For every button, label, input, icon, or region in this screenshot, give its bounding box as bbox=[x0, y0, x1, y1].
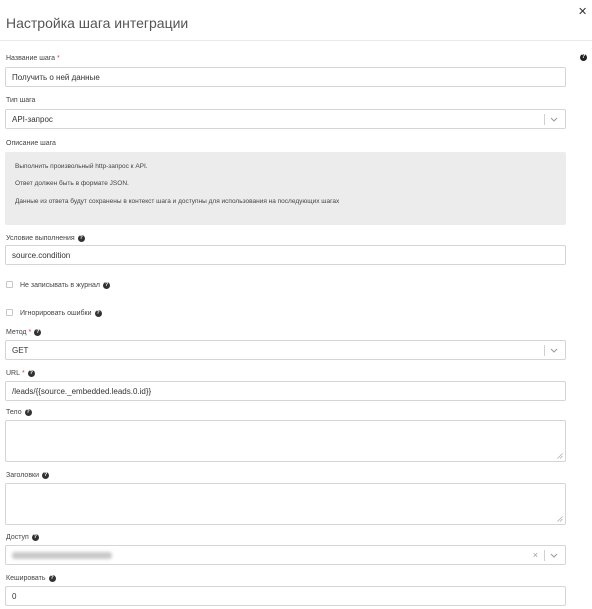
no-log-checkbox-row[interactable]: Не записывать в журнал? bbox=[6, 281, 110, 289]
headers-label: Заголовки? bbox=[6, 472, 50, 479]
no-log-label: Не записывать в журнал bbox=[20, 282, 100, 289]
method-select[interactable]: GET bbox=[5, 340, 566, 360]
condition-input[interactable]: source.condition bbox=[5, 245, 566, 265]
step-type-value: API-запрос bbox=[12, 115, 53, 124]
help-icon[interactable]: ? bbox=[580, 54, 587, 61]
question-icon[interactable]: ? bbox=[24, 409, 32, 416]
url-input[interactable]: /leads/{{source._embedded.leads.0.id}} bbox=[5, 381, 566, 401]
url-label-text: URL bbox=[6, 370, 21, 377]
method-value: GET bbox=[12, 346, 29, 355]
step-type-select[interactable]: API-запрос bbox=[5, 109, 566, 129]
question-icon[interactable]: ? bbox=[77, 235, 85, 242]
question-icon[interactable]: ? bbox=[103, 282, 110, 289]
no-log-checkbox[interactable] bbox=[6, 281, 13, 288]
condition-label: Условие выполнения? bbox=[6, 235, 85, 242]
clear-icon[interactable]: × bbox=[533, 549, 538, 561]
headers-textarea[interactable] bbox=[5, 483, 566, 525]
body-label-text: Тело bbox=[6, 409, 22, 416]
ignore-errors-checkbox-row[interactable]: Игнорировать ошибки? bbox=[6, 309, 102, 317]
description-line: Ответ должен быть в формате JSON. bbox=[15, 180, 129, 187]
condition-label-text: Условие выполнения bbox=[6, 235, 75, 242]
step-name-label-text: Название шага bbox=[6, 55, 56, 62]
required-mark: * bbox=[28, 329, 32, 336]
close-icon[interactable]: ✕ bbox=[578, 6, 587, 18]
method-label-text: Метод bbox=[6, 329, 27, 336]
cache-value: 0 bbox=[12, 592, 17, 601]
question-icon[interactable]: ? bbox=[34, 329, 42, 336]
question-icon[interactable]: ? bbox=[27, 370, 35, 377]
question-icon[interactable]: ? bbox=[31, 534, 39, 541]
cache-label-text: Кешировать bbox=[6, 575, 46, 582]
resize-handle-icon[interactable] bbox=[557, 516, 563, 522]
access-label: Доступ? bbox=[6, 534, 39, 541]
description-box: Выполнить произвольный http-запрос к API… bbox=[5, 152, 566, 225]
question-icon[interactable]: ? bbox=[94, 310, 102, 317]
condition-value: source.condition bbox=[12, 251, 71, 260]
method-label: Метод *? bbox=[6, 329, 42, 336]
step-name-input[interactable]: Получить о ней данные bbox=[5, 67, 566, 87]
chevron-down-icon[interactable] bbox=[549, 114, 559, 125]
description-line: Выполнить произвольный http-запрос к API… bbox=[15, 163, 148, 170]
access-label-text: Доступ bbox=[6, 534, 29, 541]
ignore-errors-label: Игнорировать ошибки bbox=[20, 310, 92, 317]
body-label: Тело? bbox=[6, 409, 32, 416]
step-type-label: Тип шага bbox=[6, 97, 36, 104]
chevron-down-icon[interactable] bbox=[549, 550, 559, 561]
description-label: Описание шага bbox=[6, 140, 56, 147]
required-mark: * bbox=[22, 370, 25, 377]
url-label: URL *? bbox=[6, 370, 35, 377]
body-textarea[interactable] bbox=[5, 420, 566, 462]
ignore-errors-checkbox[interactable] bbox=[6, 309, 13, 316]
select-divider bbox=[544, 114, 545, 125]
chevron-down-icon[interactable] bbox=[549, 345, 559, 356]
access-select[interactable]: × bbox=[5, 545, 566, 565]
access-value-redacted bbox=[12, 552, 112, 559]
header-divider bbox=[0, 40, 592, 41]
question-icon[interactable]: ? bbox=[42, 472, 50, 479]
step-name-value: Получить о ней данные bbox=[12, 73, 100, 82]
cache-input[interactable]: 0 bbox=[5, 586, 566, 606]
resize-handle-icon[interactable] bbox=[557, 453, 563, 459]
step-name-label: Название шага * bbox=[6, 55, 60, 62]
question-icon[interactable]: ? bbox=[48, 575, 56, 582]
description-line: Данные из ответа будут сохранены в конте… bbox=[15, 198, 340, 205]
cache-label: Кешировать? bbox=[6, 575, 56, 582]
select-divider bbox=[544, 345, 545, 356]
select-divider bbox=[544, 550, 545, 561]
required-mark: * bbox=[57, 55, 60, 62]
modal-title: Настройка шага интеграции bbox=[6, 15, 189, 31]
url-value: /leads/{{source._embedded.leads.0.id}} bbox=[12, 387, 152, 396]
headers-label-text: Заголовки bbox=[6, 472, 40, 479]
